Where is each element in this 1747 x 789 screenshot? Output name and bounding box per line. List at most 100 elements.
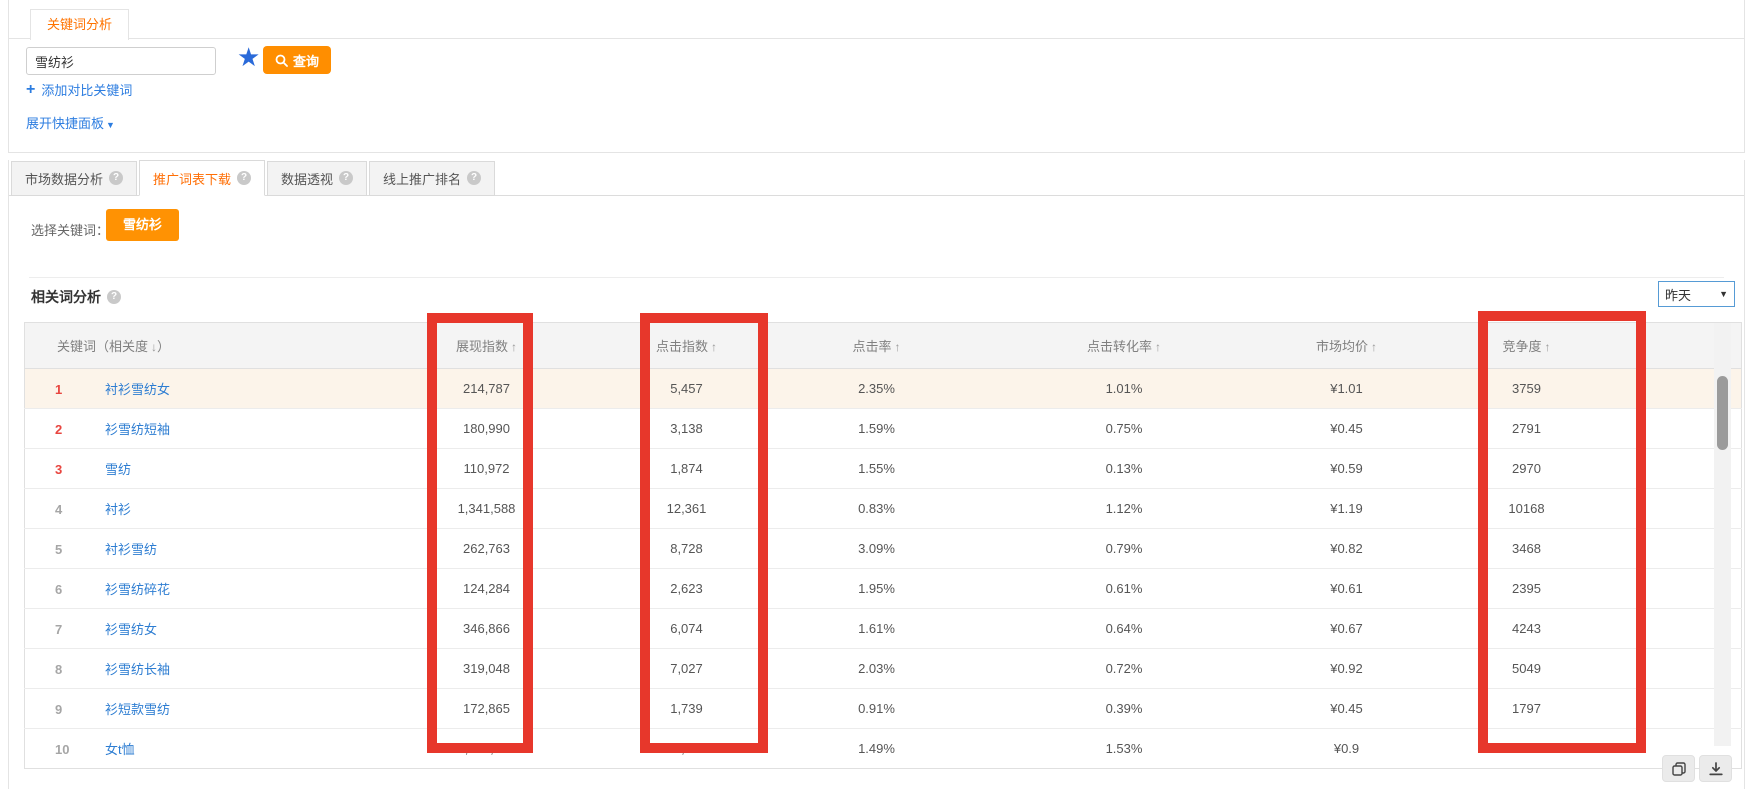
date-range-select[interactable]: 昨天 ▼ [1658,281,1735,307]
cell-cvr: 0.75% [957,409,1292,449]
column-header-ctr[interactable]: 点击率↑ [797,323,957,369]
cell-clicks: 6,074 [577,609,797,649]
sort-asc-icon: ↑ [1155,340,1161,354]
top-tab-underline [9,38,1744,39]
section-divider [29,277,1724,278]
table-row: 5衬衫雪纺262,7638,7283.09%0.79%¥0.823468 [25,529,1742,569]
cell-ctr: 1.49% [797,729,957,769]
cell-cvr: 0.64% [957,609,1292,649]
related-words-title-text: 相关词分析 [31,287,101,307]
cell-clicks: 1,739 [577,689,797,729]
table-row: 1衬衫雪纺女214,7875,4572.35%1.01%¥1.013759 [25,369,1742,409]
column-header-competition[interactable]: 竞争度↑ [1402,323,1652,369]
copy-icon [1672,762,1686,776]
help-icon[interactable]: ? [107,290,121,304]
tab-promo-wordlist[interactable]: 推广词表下载? [139,160,265,196]
column-header-clicks[interactable]: 点击指数↑ [577,323,797,369]
cell-clicks: 3,138 [577,409,797,449]
cell-clicks: 2,623 [577,569,797,609]
cell-ctr: 2.35% [797,369,957,409]
selected-keyword-chip[interactable]: 雪纺衫 [106,209,179,241]
keyword-link[interactable]: 雪纺 [105,462,131,477]
query-button-label: 查询 [293,51,319,70]
cell-ctr: 1.95% [797,569,957,609]
tab-data-pivot[interactable]: 数据透视? [267,161,367,196]
cell-ctr: 1.55% [797,449,957,489]
column-header-cvr[interactable]: 点击转化率↑ [957,323,1292,369]
help-icon[interactable]: ? [109,171,123,185]
cell-ctr: 2.03% [797,649,957,689]
cell-price: ¥1.19 [1292,489,1402,529]
cell-keyword: 8 衫雪纺长袖 [25,649,397,689]
cell-clicks: 5,457 [577,369,797,409]
cell-competition: 4243 [1402,609,1652,649]
tab-label: 推广词表下载 [153,169,231,188]
keyword-link[interactable]: 衫雪纺短袖 [105,422,170,437]
cell-keyword: 10女t恤 [25,729,397,769]
cell-price: ¥1.01 [1292,369,1402,409]
keyword-link[interactable]: 衫雪纺长袖 [105,662,170,677]
expand-quick-panel-link[interactable]: 展开快捷面板▼ [26,113,115,132]
cell-impressions: 124,284 [397,569,577,609]
sort-asc-icon: ↑ [1545,340,1551,354]
download-button[interactable] [1699,755,1732,782]
cell-impressions: 172,865 [397,689,577,729]
cell-keyword: 5衬衫雪纺 [25,529,397,569]
cell-impressions: 346,866 [397,609,577,649]
column-header-impressions[interactable]: 展现指数↑ [397,323,577,369]
favorite-star-icon[interactable]: ★ [237,42,260,72]
table-row: 3雪纺110,9721,8741.55%0.13%¥0.592970 [25,449,1742,489]
cell-keyword: 2 衫雪纺短袖 [25,409,397,449]
cell-impressions: 180,990 [397,409,577,449]
query-button[interactable]: 查询 [263,46,331,74]
cell-price: ¥0.67 [1292,609,1402,649]
keyword-link[interactable]: 衬衫 [105,502,131,517]
cell-impressions: 214,787 [397,369,577,409]
cell-impressions: 319,048 [397,649,577,689]
cell-price: ¥0.45 [1292,409,1402,449]
keyword-search-input[interactable] [26,47,216,75]
column-header-label: 点击指数 [656,339,708,354]
copy-table-button[interactable] [1662,755,1695,782]
rank-number: 4 [55,502,79,517]
cell-keyword: 3雪纺 [25,449,397,489]
cell-price: ¥0.45 [1292,689,1402,729]
table-header-row: 关键词（相关度↓）展现指数↑点击指数↑点击率↑点击转化率↑市场均价↑竞争度↑ [25,323,1742,369]
keyword-link[interactable]: 衫短款雪纺 [105,702,170,717]
tab-label: 数据透视 [281,169,333,188]
cell-clicks: 72,340 [577,729,797,769]
table-scrollbar-thumb[interactable] [1717,376,1728,450]
cell-price: ¥0.59 [1292,449,1402,489]
rank-number: 2 [55,422,79,437]
related-words-table: 关键词（相关度↓）展现指数↑点击指数↑点击率↑点击转化率↑市场均价↑竞争度↑ 1… [24,322,1742,769]
cell-competition: 10168 [1402,489,1652,529]
add-compare-keyword-link[interactable]: + 添加对比关键词 [26,80,132,99]
column-header-keyword[interactable]: 关键词（相关度↓） [25,323,397,369]
help-icon[interactable]: ? [237,171,251,185]
cell-cvr: 1.12% [957,489,1292,529]
select-keyword-label: 选择关键词： [31,220,109,239]
table-row: 10女t恤4,454,15472,3401.49%1.53%¥0.913734 [25,729,1742,769]
sort-asc-icon: ↑ [895,340,901,354]
keyword-link[interactable]: 衫雪纺碎花 [105,582,170,597]
cell-cvr: 0.13% [957,449,1292,489]
keyword-link[interactable]: 衬衫雪纺女 [105,382,170,397]
rank-number: 8 [55,662,79,677]
tab-online-rank[interactable]: 线上推广排名? [369,161,495,196]
keyword-link[interactable]: 衬衫雪纺 [105,542,157,557]
cell-competition: 13734 [1402,729,1652,769]
keyword-link[interactable]: 女t恤 [105,742,135,757]
cell-competition: 2970 [1402,449,1652,489]
help-icon[interactable]: ? [339,171,353,185]
cell-keyword: 7衫雪纺女 [25,609,397,649]
help-icon[interactable]: ? [467,171,481,185]
cell-clicks: 12,361 [577,489,797,529]
cell-cvr: 0.72% [957,649,1292,689]
column-header-price[interactable]: 市场均价↑ [1292,323,1402,369]
top-panel: 关键词分析 ★ 查询 + 添加对比关键词 展开快捷面板▼ [8,0,1745,153]
cell-ctr: 3.09% [797,529,957,569]
keyword-link[interactable]: 衫雪纺女 [105,622,157,637]
expand-panel-label: 展开快捷面板 [26,116,104,131]
tab-keyword-analysis[interactable]: 关键词分析 [30,9,129,40]
tab-market-data[interactable]: 市场数据分析? [11,161,137,196]
